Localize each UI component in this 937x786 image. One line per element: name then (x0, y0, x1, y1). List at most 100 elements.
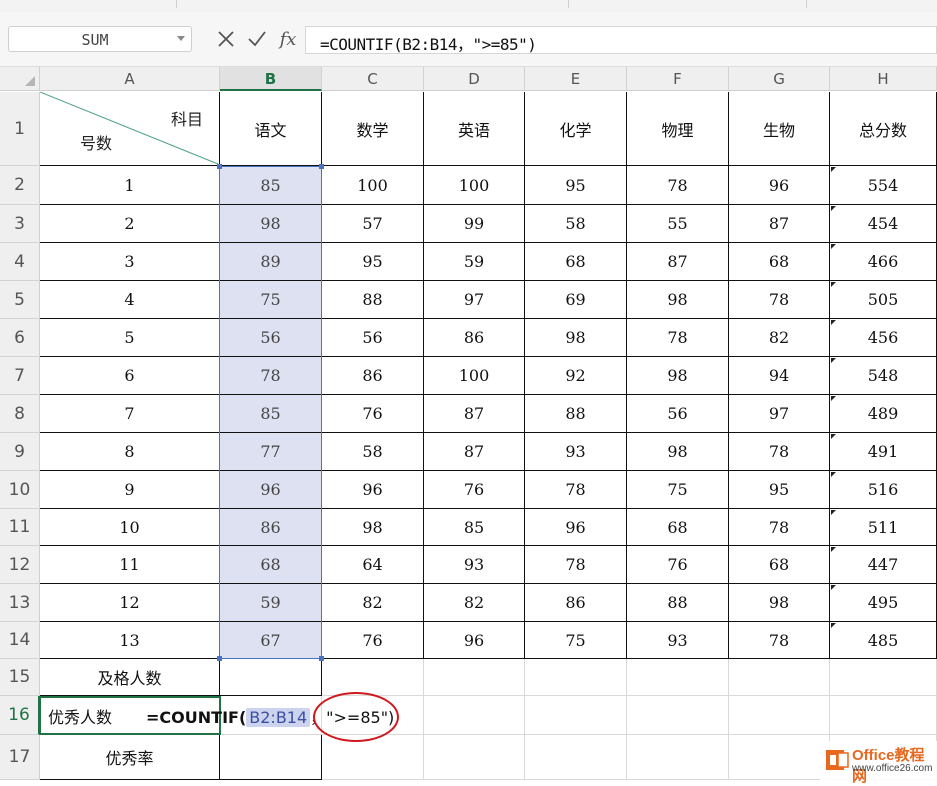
row-header-8[interactable]: 8 (0, 395, 40, 433)
column-header-f[interactable]: F (627, 67, 729, 91)
score-cell[interactable]: 87 (424, 433, 525, 471)
id-cell[interactable]: 4 (40, 281, 220, 319)
score-cell[interactable]: 68 (729, 546, 830, 584)
score-cell[interactable]: 98 (729, 584, 830, 622)
table-cell[interactable] (322, 735, 424, 780)
formula-input[interactable]: =COUNTIF(B2:B14，">=85") (305, 26, 937, 54)
table-cell[interactable] (830, 659, 937, 696)
score-cell[interactable]: 86 (424, 319, 525, 357)
score-cell[interactable]: 86 (322, 357, 424, 395)
id-cell[interactable]: 2 (40, 205, 220, 243)
score-cell[interactable]: 87 (627, 243, 729, 281)
score-cell[interactable]: 77 (220, 433, 322, 471)
diagonal-header-cell[interactable]: 科目 号数 (40, 92, 220, 166)
row-header-16[interactable]: 16 (0, 696, 40, 735)
score-cell[interactable]: 87 (424, 395, 525, 433)
score-cell[interactable]: 76 (322, 622, 424, 659)
table-cell[interactable] (424, 735, 525, 780)
selection-handle[interactable] (319, 656, 324, 661)
row-header-17[interactable]: 17 (0, 735, 40, 780)
total-cell[interactable]: 447 (830, 546, 937, 584)
selection-handle[interactable] (217, 164, 222, 169)
column-header-g[interactable]: G (729, 67, 830, 91)
score-cell[interactable]: 68 (525, 243, 627, 281)
function-icon[interactable]: fx (274, 26, 302, 52)
score-cell[interactable]: 95 (729, 471, 830, 509)
row-header-3[interactable]: 3 (0, 205, 40, 243)
table-cell[interactable] (220, 735, 322, 780)
id-cell[interactable]: 6 (40, 357, 220, 395)
table-cell[interactable] (424, 659, 525, 696)
id-cell[interactable]: 8 (40, 433, 220, 471)
score-cell[interactable]: 67 (220, 622, 322, 659)
total-cell[interactable]: 489 (830, 395, 937, 433)
score-cell[interactable]: 96 (220, 471, 322, 509)
score-cell[interactable]: 87 (729, 205, 830, 243)
total-cell[interactable]: 491 (830, 433, 937, 471)
row-header-9[interactable]: 9 (0, 433, 40, 471)
id-cell[interactable]: 11 (40, 546, 220, 584)
score-cell[interactable]: 82 (424, 584, 525, 622)
check-icon[interactable] (245, 26, 269, 52)
score-cell[interactable]: 76 (627, 546, 729, 584)
column-header-h[interactable]: H (830, 67, 937, 91)
score-cell[interactable]: 75 (525, 622, 627, 659)
score-cell[interactable]: 98 (322, 509, 424, 546)
score-cell[interactable]: 82 (729, 319, 830, 357)
table-cell[interactable] (424, 696, 525, 735)
subject-header[interactable]: 语文 (220, 92, 322, 166)
score-cell[interactable]: 82 (322, 584, 424, 622)
score-cell[interactable]: 78 (729, 622, 830, 659)
id-cell[interactable]: 3 (40, 243, 220, 281)
score-cell[interactable]: 97 (729, 395, 830, 433)
score-cell[interactable]: 96 (322, 471, 424, 509)
total-cell[interactable]: 505 (830, 281, 937, 319)
total-cell[interactable]: 511 (830, 509, 937, 546)
row-header-6[interactable]: 6 (0, 319, 40, 357)
row-header-10[interactable]: 10 (0, 471, 40, 509)
id-cell[interactable]: 9 (40, 471, 220, 509)
score-cell[interactable]: 100 (322, 166, 424, 205)
excellent-rate-label[interactable]: 优秀率 (40, 735, 220, 780)
score-cell[interactable]: 57 (322, 205, 424, 243)
total-cell[interactable]: 456 (830, 319, 937, 357)
score-cell[interactable]: 98 (627, 433, 729, 471)
score-cell[interactable]: 56 (220, 319, 322, 357)
close-icon[interactable] (214, 26, 238, 52)
score-cell[interactable]: 76 (322, 395, 424, 433)
row-header-2[interactable]: 2 (0, 166, 40, 205)
total-cell[interactable]: 554 (830, 166, 937, 205)
score-cell[interactable]: 89 (220, 243, 322, 281)
row-header-7[interactable]: 7 (0, 357, 40, 395)
row-header-5[interactable]: 5 (0, 281, 40, 319)
row-header-11[interactable]: 11 (0, 509, 40, 546)
score-cell[interactable]: 78 (525, 546, 627, 584)
score-cell[interactable]: 78 (729, 433, 830, 471)
score-cell[interactable]: 55 (627, 205, 729, 243)
total-cell[interactable]: 454 (830, 205, 937, 243)
id-cell[interactable]: 1 (40, 166, 220, 205)
id-cell[interactable]: 10 (40, 509, 220, 546)
row-header-12[interactable]: 12 (0, 546, 40, 584)
select-all-corner[interactable] (0, 67, 40, 91)
score-cell[interactable]: 59 (220, 584, 322, 622)
score-cell[interactable]: 78 (525, 471, 627, 509)
score-cell[interactable]: 78 (729, 509, 830, 546)
score-cell[interactable]: 88 (525, 395, 627, 433)
table-cell[interactable] (525, 696, 627, 735)
chevron-down-icon[interactable] (177, 36, 185, 41)
table-cell[interactable] (627, 696, 729, 735)
score-cell[interactable]: 95 (525, 166, 627, 205)
score-cell[interactable]: 92 (525, 357, 627, 395)
total-cell[interactable]: 548 (830, 357, 937, 395)
score-cell[interactable]: 95 (322, 243, 424, 281)
table-cell[interactable] (525, 735, 627, 780)
score-cell[interactable]: 78 (729, 281, 830, 319)
score-cell[interactable]: 99 (424, 205, 525, 243)
score-cell[interactable]: 96 (525, 509, 627, 546)
id-cell[interactable]: 7 (40, 395, 220, 433)
score-cell[interactable]: 58 (525, 205, 627, 243)
name-box[interactable]: SUM (8, 26, 192, 52)
table-cell[interactable] (729, 659, 830, 696)
score-cell[interactable]: 64 (322, 546, 424, 584)
